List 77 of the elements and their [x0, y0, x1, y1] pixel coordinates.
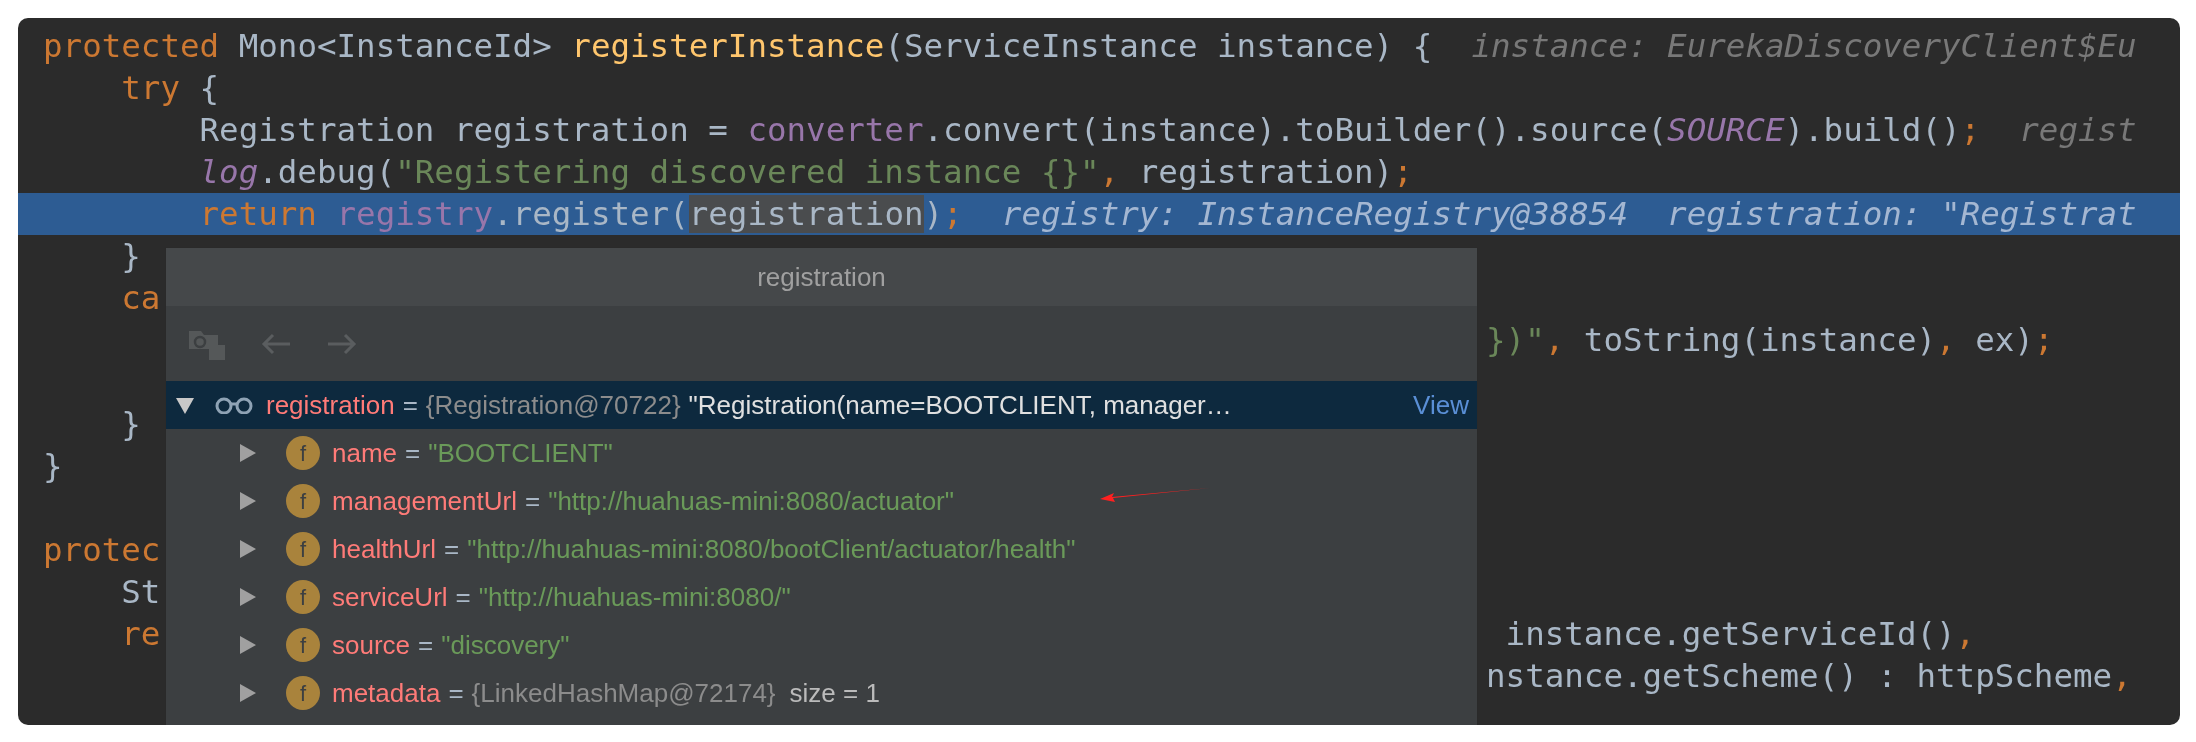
- variable-summary: "Registration(name=BOOTCLIENT, manager…: [688, 389, 1232, 420]
- code-token: ,: [1936, 321, 1956, 359]
- field-name: serviceUrl: [332, 581, 448, 612]
- code-token: ).build(): [1784, 111, 1961, 149]
- code-token: ;: [1960, 111, 1981, 149]
- watch-glasses-icon: [214, 396, 254, 414]
- equals-sign: =: [402, 389, 418, 420]
- equals-sign: =: [444, 533, 460, 564]
- code-token: St: [120, 573, 161, 611]
- code-token: (ServiceInstance instance) {: [884, 27, 1433, 65]
- code-token: .debug(: [258, 153, 396, 191]
- field-value: "discovery": [441, 629, 570, 660]
- code-token: nstance.getScheme() : httpScheme: [1486, 657, 2113, 695]
- field-name: healthUrl: [332, 533, 437, 564]
- code-token: registration): [1137, 153, 1394, 191]
- field-icon: f: [286, 676, 320, 710]
- field-value: "http://huahuas-mini:8080/actuator": [548, 485, 954, 516]
- code-token: ex): [1974, 321, 2034, 359]
- code-token: }: [120, 405, 141, 443]
- inline-value-hint: registry: InstanceRegistry@38854 registration: "Registrat: [1000, 195, 2137, 233]
- variable-value: {Registration@70722}: [425, 389, 681, 420]
- code-token: .convert(instance).toBuilder().source(: [923, 111, 1668, 149]
- code-token: ;: [1393, 153, 1413, 191]
- code-token: ,: [2112, 657, 2132, 695]
- field-name: source: [332, 629, 411, 660]
- field-icon: f: [286, 532, 320, 566]
- field-size: size = 1: [789, 677, 880, 708]
- tree-row[interactable]: registration = {Registration@70722} "Registration(name=BOOTCLIENT, manager… View: [166, 381, 1477, 429]
- equals-sign: =: [455, 581, 471, 612]
- code-token: toString(instance): [1582, 321, 1937, 359]
- code-token: try: [120, 69, 180, 107]
- equals-sign: =: [525, 485, 541, 516]
- inline-value-hint: instance: EurekaDiscoveryClient$Eu: [1470, 27, 2137, 65]
- code-token: protected: [43, 27, 220, 65]
- field-icon: f: [286, 436, 320, 470]
- equals-sign: =: [405, 437, 421, 468]
- code-token: Registration registration =: [198, 111, 729, 149]
- code-token: re: [120, 615, 161, 653]
- field-name: managementUrl: [332, 485, 517, 516]
- code-token: registry: [336, 195, 494, 233]
- code-token: SOURCE: [1667, 111, 1785, 149]
- field-icon: f: [286, 580, 320, 614]
- code-token: ,: [1099, 153, 1120, 191]
- code-token: .register(: [493, 195, 689, 233]
- popup-title: registration: [757, 260, 886, 294]
- code-token: }: [120, 237, 141, 275]
- code-token: ,: [1955, 615, 1976, 653]
- equals-sign: =: [418, 629, 434, 660]
- field-value: "http://huahuas-mini:8080/": [478, 581, 791, 612]
- equals-sign: =: [448, 677, 464, 708]
- code-token: ca: [120, 279, 161, 317]
- code-token: }: [43, 447, 63, 485]
- code-token: ): [923, 195, 944, 233]
- code-token: "Registering discovered instance {}": [395, 153, 1100, 191]
- field-name: metadata: [332, 677, 441, 708]
- code-token: ,: [1544, 321, 1565, 359]
- code-token: instance.getServiceId(): [1504, 615, 1956, 653]
- view-link[interactable]: View: [1413, 385, 1469, 425]
- code-token: converter: [747, 111, 924, 149]
- code-token: registerInstance: [571, 27, 885, 65]
- code-token: {: [198, 69, 220, 107]
- code-token: return: [198, 195, 318, 233]
- field-value: "BOOTCLIENT": [428, 437, 613, 468]
- code-token: log: [198, 153, 259, 191]
- code-token: Mono<InstanceId>: [237, 27, 553, 65]
- code-token: ;: [2033, 321, 2054, 359]
- code-token: })": [1486, 321, 1545, 359]
- inline-value-hint: regist: [2018, 111, 2137, 149]
- field-value: "http://huahuas-mini:8080/bootClient/actuator/health": [467, 533, 1076, 564]
- field-value: {LinkedHashMap@72174}: [471, 677, 776, 708]
- field-icon: f: [286, 628, 320, 662]
- selected-code-text: registration: [688, 195, 924, 233]
- variable-name: registration: [266, 389, 395, 420]
- field-icon: f: [286, 484, 320, 518]
- code-token: protec: [43, 531, 161, 569]
- code-token: ;: [943, 195, 963, 233]
- field-name: name: [332, 437, 398, 468]
